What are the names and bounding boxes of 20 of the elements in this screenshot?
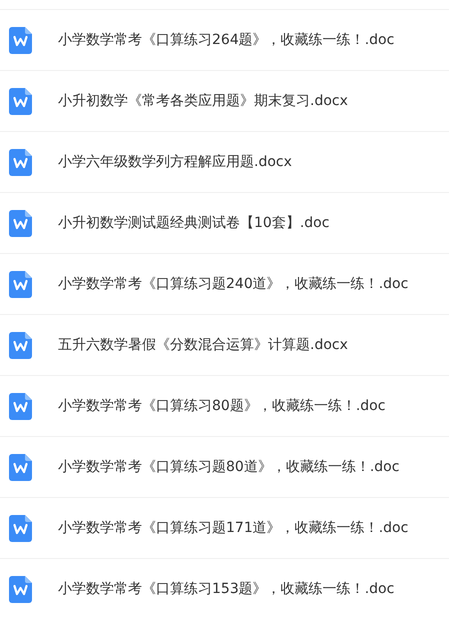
word-document-icon (9, 332, 32, 358)
file-name-link[interactable]: 小升初数学《常考各类应用题》期末复习.docx (58, 90, 348, 112)
file-name-link[interactable]: 小学数学常考《口算练习264题》，收藏练一练！.doc (58, 30, 394, 50)
word-document-icon (9, 26, 32, 54)
word-document-icon (9, 392, 32, 420)
file-name-link[interactable]: 小学数学常考《口算练习题171道》，收藏练一练！.doc (58, 518, 408, 538)
file-name-link[interactable]: 小学数学常考《口算练习题80道》，收藏练一练！.doc (58, 456, 400, 478)
word-document-icon (9, 576, 32, 603)
word-document-icon (9, 270, 32, 298)
file-name-link[interactable]: 五升六数学暑假《分数混合运算》计算题.docx (58, 334, 348, 356)
word-document-icon (9, 148, 32, 176)
word-document-icon (9, 210, 32, 236)
file-name-link[interactable]: 小学数学常考《口算练习153题》，收藏练一练！.doc (58, 579, 394, 600)
word-document-icon (9, 454, 32, 480)
word-document-icon (9, 88, 32, 114)
file-name-link[interactable]: 小学数学常考《口算练习题240道》，收藏练一练！.doc (58, 274, 408, 294)
file-name-link[interactable]: 小升初数学测试题经典测试卷【10套】.doc (58, 212, 330, 234)
file-name-link[interactable]: 小学数学常考《口算练习80题》，收藏练一练！.doc (58, 396, 386, 416)
word-document-icon (9, 514, 32, 542)
file-name-link[interactable]: 小学六年级数学列方程解应用题.docx (58, 152, 292, 172)
